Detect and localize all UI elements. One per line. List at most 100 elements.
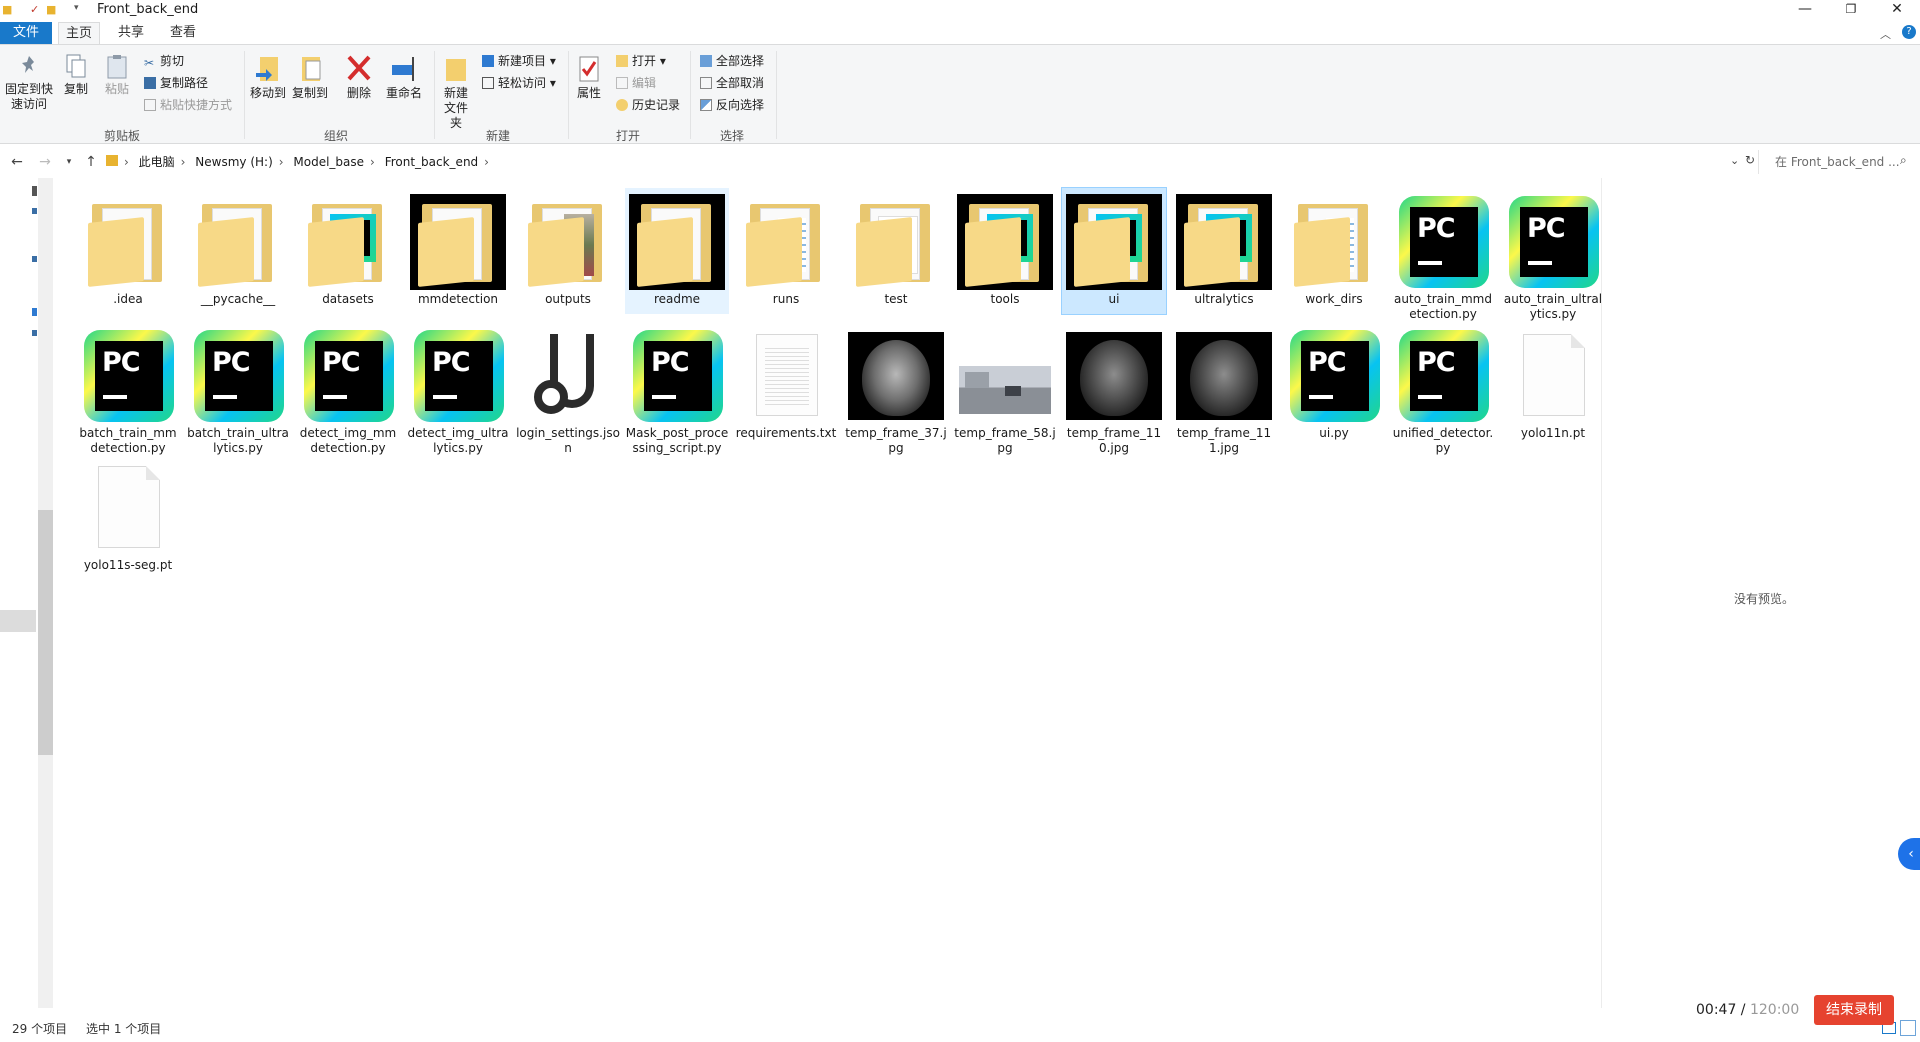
item-name: test [884, 292, 908, 306]
pycharm-icon: PC [190, 328, 286, 424]
folder-item[interactable]: runs [734, 188, 838, 314]
folder-item[interactable]: PC tools [953, 188, 1057, 314]
file-item[interactable]: temp_frame_111.jpg [1172, 322, 1276, 455]
file-item[interactable]: yolo11s-seg.pt [76, 454, 180, 572]
file-item[interactable]: temp_frame_58.jpg [953, 322, 1057, 455]
selected-count: 选中 1 个项目 [86, 1022, 162, 1036]
tab-file[interactable]: 文件 [0, 22, 52, 44]
stop-recording-button[interactable]: 结束录制 [1814, 995, 1894, 1025]
move-to-button[interactable]: 移动到 [248, 53, 288, 101]
folder-item[interactable]: mmdetection [406, 188, 510, 314]
file-item[interactable]: temp_frame_110.jpg [1062, 322, 1166, 455]
group-label-clipboard: 剪贴板 [103, 129, 140, 143]
select-none-icon [700, 77, 712, 89]
tab-view[interactable]: 查看 [162, 22, 204, 44]
folder-item[interactable]: PC ui [1061, 187, 1167, 315]
new-folder-quick-icon[interactable]: ■ [46, 3, 56, 16]
file-item[interactable]: PC batch_train_ultralytics.py [186, 322, 290, 455]
edit-button[interactable]: 编辑 [616, 73, 656, 93]
location-folder-icon [106, 155, 118, 166]
folder-item[interactable]: PC datasets [296, 188, 400, 314]
folder-item[interactable]: work_dirs [1282, 188, 1386, 314]
nav-scrollbar-thumb[interactable] [38, 510, 53, 755]
help-icon[interactable]: ? [1902, 25, 1916, 39]
nav-item-marker[interactable] [32, 256, 37, 262]
search-input[interactable]: 在 Front_back_end ... [1758, 150, 1920, 174]
minimize-button[interactable]: — [1782, 0, 1828, 22]
file-item[interactable]: PC detect_img_ultralytics.py [406, 322, 510, 455]
folder-icon [190, 194, 286, 290]
back-button[interactable]: ← [8, 152, 26, 172]
quick-access-dropdown-icon[interactable]: ▾ [74, 3, 79, 13]
rename-button[interactable]: 重命名 [382, 53, 426, 101]
copy-path-icon [144, 77, 156, 89]
breadcrumb-front-back-end[interactable]: Front_back_end [385, 155, 478, 169]
file-item[interactable]: requirements.txt [734, 322, 838, 448]
breadcrumb-this-pc[interactable]: 此电脑 [139, 155, 175, 169]
folder-item[interactable]: readme [625, 188, 729, 314]
history-button[interactable]: 历史记录 [616, 95, 680, 115]
nav-item-marker[interactable] [32, 186, 37, 196]
large-icons-view-icon[interactable] [1900, 1020, 1916, 1036]
folder-item[interactable]: PC ultralytics [1172, 188, 1276, 314]
paste-button[interactable]: 粘贴 [100, 53, 134, 97]
nav-item-marker[interactable] [32, 208, 37, 214]
file-item[interactable]: PC ui.py [1282, 322, 1386, 448]
item-name: ui.py [1319, 426, 1349, 440]
folder-item[interactable]: outputs [516, 188, 620, 314]
recording-timer: 00:47 / 120:00 [1696, 1002, 1800, 1018]
file-item[interactable]: PC unified_detector.py [1391, 322, 1495, 455]
properties-button[interactable]: 属性 [572, 53, 606, 101]
up-button[interactable]: ↑ [82, 152, 100, 172]
nav-item-marker[interactable] [32, 308, 37, 316]
recent-locations-icon[interactable]: ▾ [60, 152, 78, 172]
delete-button[interactable]: 删除 [342, 53, 376, 101]
folder-item[interactable]: __pycache__ [186, 188, 290, 314]
address-dropdown-icon[interactable]: ⌄ [1730, 154, 1739, 167]
item-name: temp_frame_37.jpg [845, 426, 947, 455]
file-item[interactable]: PC batch_train_mmdetection.py [76, 322, 180, 455]
search-icon[interactable]: ⌕ [1900, 153, 1907, 168]
properties-quick-icon[interactable]: ✓ [30, 3, 39, 16]
pin-quick-access-button[interactable]: 固定到快速访问 [2, 53, 56, 112]
folder-item[interactable]: .idea [76, 188, 180, 314]
forward-button[interactable]: → [36, 152, 54, 172]
file-item[interactable]: yolo11n.pt [1501, 322, 1605, 448]
file-item[interactable]: PC Mask_post_processing_script.py [625, 322, 729, 455]
delete-icon [347, 55, 371, 81]
breadcrumb-model-base[interactable]: Model_base [293, 155, 364, 169]
tab-share[interactable]: 共享 [110, 22, 152, 44]
copy-to-button[interactable]: 复制到 [290, 53, 330, 101]
file-item[interactable]: login_settings.json [516, 322, 620, 455]
group-separator [690, 51, 691, 139]
invert-selection-button[interactable]: 反向选择 [700, 95, 764, 115]
group-separator [244, 51, 245, 139]
breadcrumb-drive[interactable]: Newsmy (H:) [195, 155, 272, 169]
file-item[interactable]: PC detect_img_mmdetection.py [296, 322, 400, 455]
collapse-ribbon-icon[interactable]: ︿ [1880, 26, 1891, 42]
cut-button[interactable]: ✂ 剪切 [144, 51, 184, 71]
nav-item-marker[interactable] [32, 330, 37, 336]
paste-shortcut-button[interactable]: 粘贴快捷方式 [144, 95, 232, 115]
restore-button[interactable]: ❐ [1828, 0, 1874, 22]
refresh-icon[interactable]: ↻ [1745, 153, 1755, 167]
new-item-button[interactable]: 新建项目 ▾ [482, 51, 556, 71]
item-name: auto_train_ultralytics.py [1503, 292, 1603, 321]
move-to-icon [256, 57, 278, 81]
file-item[interactable]: temp_frame_37.jpg [844, 322, 948, 455]
open-button[interactable]: 打开 ▾ [616, 51, 666, 71]
file-item[interactable]: PC auto_train_mmdetection.py [1391, 188, 1495, 321]
nav-item-selected[interactable] [0, 610, 36, 632]
select-none-button[interactable]: 全部取消 [700, 73, 764, 93]
copy-path-button[interactable]: 复制路径 [144, 73, 208, 93]
new-folder-button[interactable]: 新建文件夹 [438, 53, 474, 131]
folder-item[interactable]: MP4 test [844, 188, 948, 314]
file-item[interactable]: PC auto_train_ultralytics.py [1501, 188, 1605, 321]
copy-button[interactable]: 复制 [60, 53, 92, 97]
group-label-open: 打开 [615, 129, 640, 143]
select-all-button[interactable]: 全部选择 [700, 51, 764, 71]
close-button[interactable]: ✕ [1874, 0, 1920, 22]
easy-access-button[interactable]: 轻松访问 ▾ [482, 73, 556, 93]
tab-home[interactable]: 主页 [58, 22, 100, 44]
folder-pc-icon: PC [300, 194, 396, 290]
